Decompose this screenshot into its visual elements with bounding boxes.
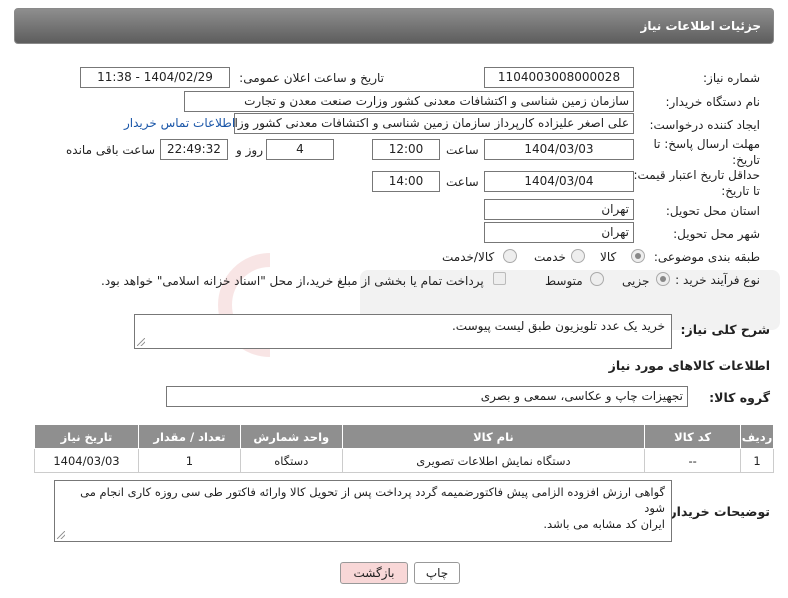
col-date-header: تاریخ نیاز <box>34 424 139 449</box>
purchase-partial-radio[interactable] <box>656 272 670 286</box>
buyer-notes-line-3: ایران کد مشابه می باشد. <box>543 517 665 531</box>
validity-time-field: 14:00 <box>372 171 440 192</box>
purchase-type-label: نوع فرآیند خرید : <box>675 273 760 287</box>
col-row-header: ردیف <box>740 424 774 449</box>
treasury-payment-checkbox[interactable] <box>493 272 506 285</box>
print-button[interactable]: چاپ <box>414 562 460 584</box>
buyer-field: سازمان زمین شناسی و اکتشافات معدنی کشور … <box>184 91 634 112</box>
buyer-notes-line-2: شود <box>644 501 665 515</box>
deadline-time-field: 12:00 <box>372 139 440 160</box>
category-label: طبقه بندی موضوعی: <box>653 250 760 264</box>
goods-group-field: تجهیزات چاپ و عکاسی، سمعی و بصری <box>166 386 688 407</box>
description-label: شرح کلی نیاز: <box>680 322 770 337</box>
col-qty-header: تعداد / مقدار <box>137 424 241 449</box>
validity-label: حداقل تاریخ اعتبار قیمت: <box>633 168 760 182</box>
province-label: استان محل تحویل: <box>665 204 760 218</box>
deadline-label-2: تاریخ: <box>732 153 760 167</box>
remaining-label: ساعت باقی مانده <box>66 143 156 157</box>
page-title: جزئیات اطلاعات نیاز <box>640 19 761 33</box>
purchase-medium-label: متوسط <box>545 274 583 288</box>
deadline-time-label: ساعت <box>446 143 479 157</box>
buyer-notes-textarea[interactable]: گواهی ارزش افزوده الزامی پیش فاکتورضمیمه… <box>54 480 672 542</box>
category-goods-radio[interactable] <box>631 249 645 263</box>
days-field: 4 <box>266 139 334 160</box>
page-header: جزئیات اطلاعات نیاز <box>14 8 774 44</box>
cell-date: 1404/03/03 <box>34 448 139 473</box>
col-name-header: نام کالا <box>341 424 646 449</box>
buyer-notes-label: توضیحات خریدار: <box>664 504 770 519</box>
col-unit-header: واحد شمارش <box>239 424 343 449</box>
purchase-medium-radio[interactable] <box>590 272 604 286</box>
cell-name: دستگاه نمایش اطلاعات تصویری <box>341 448 646 473</box>
remaining-time-field: 22:49:32 <box>160 139 228 160</box>
deadline-label: مهلت ارسال پاسخ: تا <box>653 137 760 151</box>
purchase-partial-label: جزیی <box>622 274 650 288</box>
category-service-radio[interactable] <box>571 249 585 263</box>
days-label: روز و <box>236 143 263 157</box>
buyer-contact-link[interactable]: اطلاعات تماس خریدار <box>124 116 235 130</box>
validity-time-label: ساعت <box>446 175 479 189</box>
need-number-field: 1104003008000028 <box>484 67 634 88</box>
cell-qty: 1 <box>137 448 241 473</box>
resize-grip-icon[interactable] <box>137 338 145 346</box>
city-label: شهر محل تحویل: <box>673 227 760 241</box>
need-number-label: شماره نیاز: <box>703 71 760 85</box>
description-text: خرید یک عدد تلویزیون طبق لیست پیوست. <box>451 319 665 333</box>
treasury-payment-note: پرداخت تمام یا بخشی از مبلغ خرید،از محل … <box>101 274 484 288</box>
city-field: تهران <box>484 222 634 243</box>
category-both-label: کالا/خدمت <box>442 250 495 264</box>
category-both-radio[interactable] <box>503 249 517 263</box>
goods-group-label: گروه کالا: <box>709 390 770 405</box>
announce-label: تاریخ و ساعت اعلان عمومی: <box>239 71 384 85</box>
category-goods-label: کالا <box>600 250 617 264</box>
back-button[interactable]: بازگشت <box>340 562 408 584</box>
cell-unit: دستگاه <box>239 448 343 473</box>
items-table: ردیف کد کالا نام کالا واحد شمارش تعداد /… <box>34 424 774 473</box>
cell-code: -- <box>644 448 742 473</box>
creator-label: ایجاد کننده درخواست: <box>649 118 760 132</box>
resize-grip-icon[interactable] <box>57 531 65 539</box>
validity-label-2: تا تاریخ: <box>721 184 760 198</box>
table-header-row: ردیف کد کالا نام کالا واحد شمارش تعداد /… <box>34 424 774 449</box>
buyer-notes-line-1: گواهی ارزش افزوده الزامی پیش فاکتورضمیمه… <box>80 485 665 499</box>
validity-date-field: 1404/03/04 <box>484 171 634 192</box>
deadline-date-field: 1404/03/03 <box>484 139 634 160</box>
creator-field: علی اصغر علیزاده کارپرداز سازمان زمین شن… <box>234 113 634 134</box>
cell-row: 1 <box>740 448 774 473</box>
col-code-header: کد کالا <box>644 424 742 449</box>
description-textarea[interactable]: خرید یک عدد تلویزیون طبق لیست پیوست. <box>134 314 672 349</box>
table-row: 1 -- دستگاه نمایش اطلاعات تصویری دستگاه … <box>34 448 774 473</box>
category-service-label: خدمت <box>534 250 566 264</box>
announce-field: 1404/02/29 - 11:38 <box>80 67 230 88</box>
items-section-title: اطلاعات کالاهای مورد نیاز <box>608 358 770 373</box>
buyer-label: نام دستگاه خریدار: <box>665 95 761 109</box>
page: جزئیات اطلاعات نیاز شماره نیاز: 11040030… <box>0 0 788 598</box>
province-field: تهران <box>484 199 634 220</box>
